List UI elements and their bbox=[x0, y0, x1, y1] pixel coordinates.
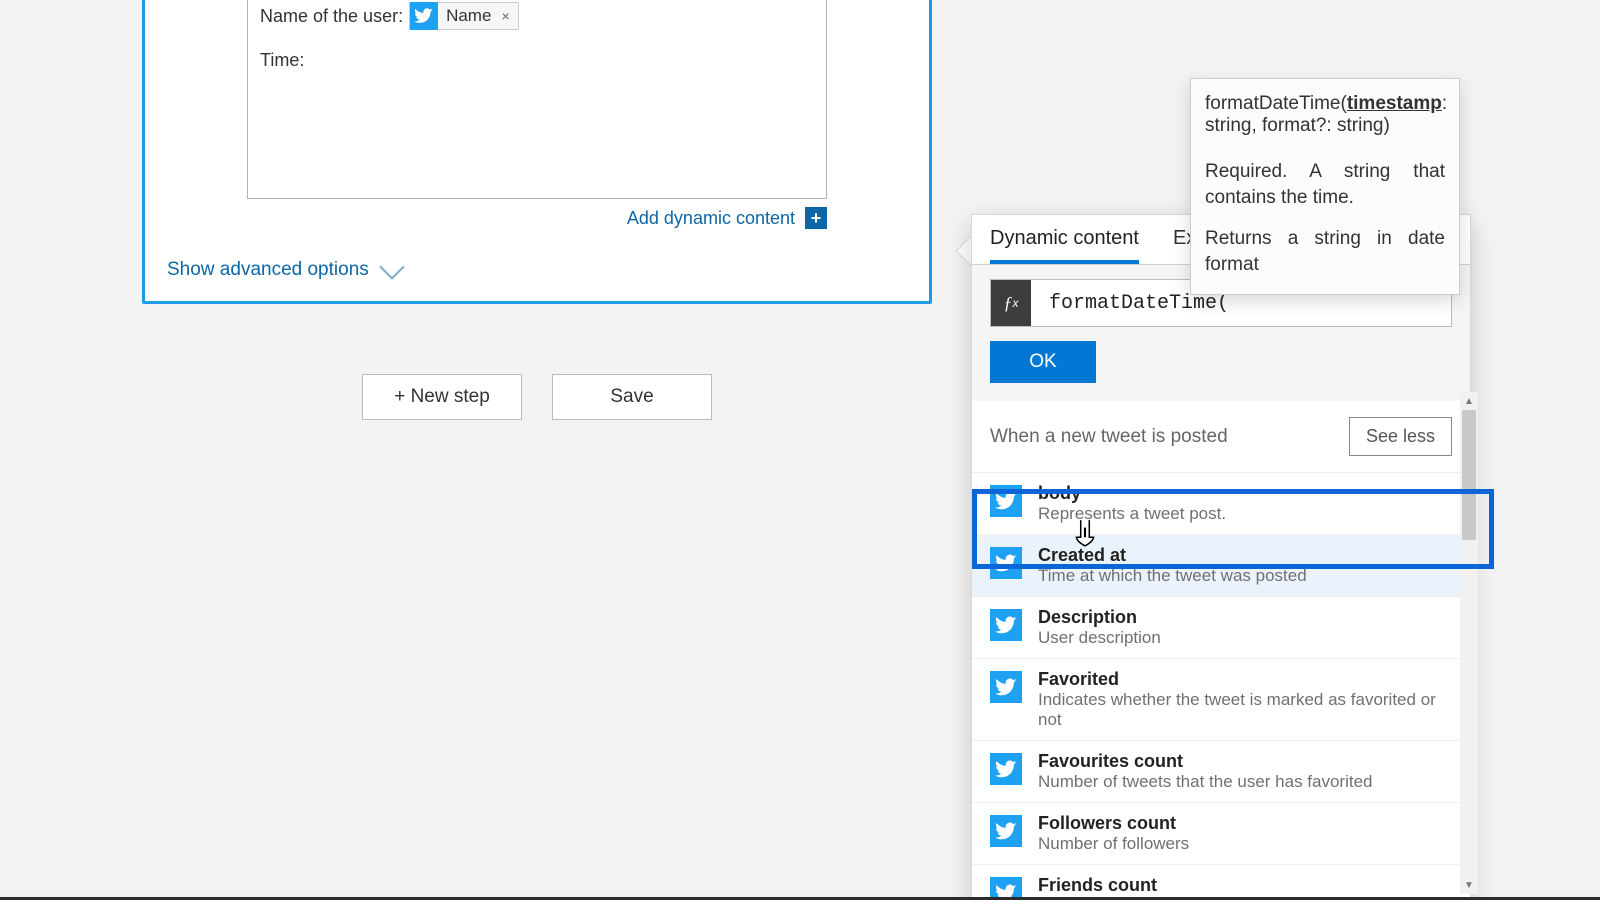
twitter-icon bbox=[990, 753, 1022, 785]
dynamic-item[interactable]: FavoritedIndicates whether the tweet is … bbox=[972, 659, 1470, 741]
twitter-icon bbox=[990, 547, 1022, 579]
token-remove-icon[interactable]: × bbox=[501, 8, 509, 24]
dynamic-item[interactable]: Favourites countNumber of tweets that th… bbox=[972, 741, 1470, 803]
panel-scrollbar[interactable]: ▲ ▼ bbox=[1460, 392, 1478, 894]
group-header: When a new tweet is posted See less bbox=[972, 401, 1470, 473]
item-title: body bbox=[1038, 483, 1226, 504]
twitter-icon bbox=[990, 609, 1022, 641]
twitter-icon bbox=[410, 2, 438, 30]
item-subtitle: Represents a tweet post. bbox=[1038, 504, 1226, 524]
chevron-down-icon bbox=[379, 254, 404, 279]
token-label: Name bbox=[446, 6, 491, 26]
label-time: Time: bbox=[260, 50, 814, 71]
see-less-button[interactable]: See less bbox=[1349, 417, 1452, 456]
show-advanced-label: Show advanced options bbox=[167, 259, 369, 281]
add-dynamic-content-link[interactable]: Add dynamic content + bbox=[247, 207, 827, 229]
tooltip-required: Required. A string that contains the tim… bbox=[1205, 159, 1445, 210]
group-title: When a new tweet is posted bbox=[990, 426, 1228, 448]
twitter-icon bbox=[990, 815, 1022, 847]
item-title: Friends count bbox=[1038, 875, 1173, 896]
new-step-button[interactable]: + New step bbox=[362, 374, 522, 420]
fx-icon: ƒx bbox=[991, 280, 1031, 326]
step-buttons: + New step Save bbox=[362, 374, 712, 420]
tooltip-signature: formatDateTime(timestamp: string, format… bbox=[1205, 93, 1445, 137]
item-subtitle: Number of tweets that the user has favor… bbox=[1038, 772, 1373, 792]
dynamic-item[interactable]: Followers countNumber of followers bbox=[972, 803, 1470, 865]
item-subtitle: Number of followers bbox=[1038, 834, 1189, 854]
item-title: Favourites count bbox=[1038, 751, 1373, 772]
tooltip-returns: Returns a string in date format bbox=[1205, 226, 1445, 277]
dynamic-item[interactable]: Created atTime at which the tweet was po… bbox=[972, 535, 1470, 597]
dynamic-items-list: bodyRepresents a tweet post.Created atTi… bbox=[972, 473, 1470, 900]
label-name-of-user: Name of the user: bbox=[260, 6, 403, 27]
item-subtitle: Time at which the tweet was posted bbox=[1038, 566, 1307, 586]
dynamic-item[interactable]: Friends countNumber of friends bbox=[972, 865, 1470, 900]
show-advanced-options[interactable]: Show advanced options bbox=[167, 259, 911, 287]
message-body-input[interactable]: Name of the user: Name × Time: bbox=[247, 0, 827, 199]
scroll-down-icon[interactable]: ▼ bbox=[1460, 876, 1478, 894]
add-dynamic-label: Add dynamic content bbox=[627, 208, 795, 229]
item-subtitle: User description bbox=[1038, 628, 1161, 648]
dynamic-item[interactable]: bodyRepresents a tweet post. bbox=[972, 473, 1470, 535]
twitter-icon bbox=[990, 485, 1022, 517]
dynamic-item[interactable]: DescriptionUser description bbox=[972, 597, 1470, 659]
expression-text: formatDateTime( bbox=[1031, 292, 1229, 315]
ok-button[interactable]: OK bbox=[990, 341, 1096, 383]
item-title: Created at bbox=[1038, 545, 1307, 566]
function-tooltip: formatDateTime(timestamp: string, format… bbox=[1190, 78, 1460, 295]
scroll-up-icon[interactable]: ▲ bbox=[1460, 392, 1478, 410]
scroll-thumb[interactable] bbox=[1462, 410, 1476, 540]
item-subtitle: Indicates whether the tweet is marked as… bbox=[1038, 690, 1452, 730]
twitter-icon bbox=[990, 671, 1022, 703]
token-name[interactable]: Name × bbox=[409, 2, 519, 30]
save-button[interactable]: Save bbox=[552, 374, 712, 420]
tab-dynamic-content[interactable]: Dynamic content bbox=[990, 215, 1139, 264]
item-title: Favorited bbox=[1038, 669, 1452, 690]
plus-icon: + bbox=[805, 207, 827, 229]
item-title: Description bbox=[1038, 607, 1161, 628]
action-card: Name of the user: Name × Time: Add dynam… bbox=[142, 0, 932, 304]
dynamic-content-panel: Dynamic content Exp ƒx formatDateTime( O… bbox=[971, 214, 1471, 900]
item-title: Followers count bbox=[1038, 813, 1189, 834]
